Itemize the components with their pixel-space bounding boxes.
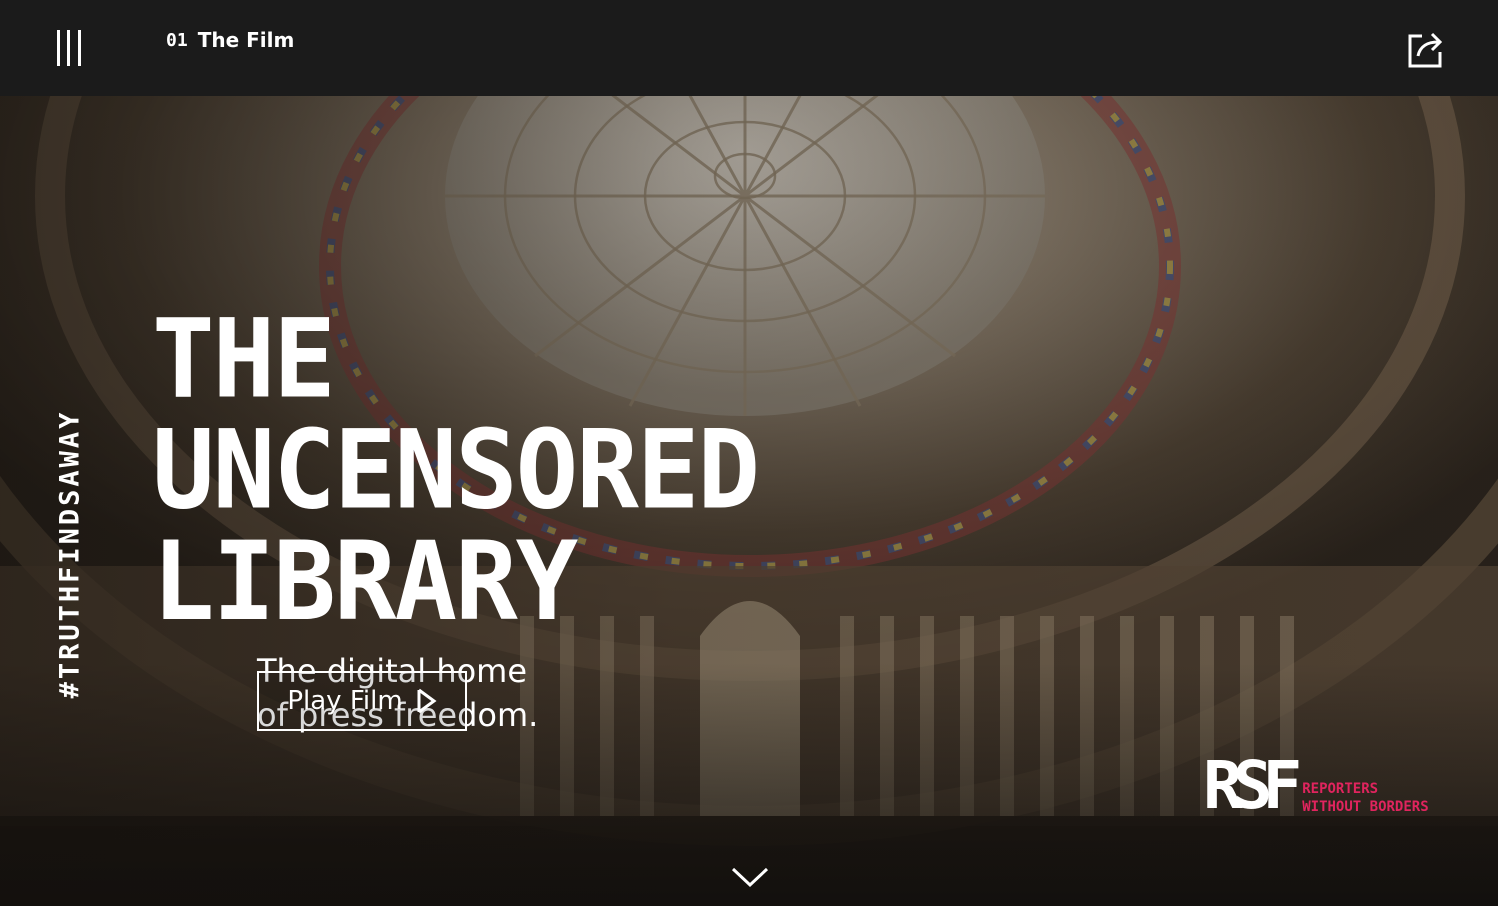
- top-bar: 01 The Film: [0, 0, 1498, 96]
- play-icon: [417, 688, 437, 714]
- rsf-name-line: REPORTERS: [1302, 781, 1379, 797]
- hero-section: #TRUTHFINDSAWAY THE UNCENSORED LIBRARY T…: [0, 96, 1498, 906]
- chapter-number: 01: [166, 29, 188, 51]
- rsf-logo[interactable]: RSF REPORTERS WITHOUT BORDERS: [1203, 747, 1429, 824]
- hero-title-line: UNCENSORED: [152, 405, 760, 534]
- rsf-mark: RSF: [1203, 747, 1302, 824]
- play-film-label: Play Film: [287, 686, 403, 716]
- hero-title-line: LIBRARY: [152, 517, 578, 646]
- chapter-title: The Film: [197, 28, 295, 52]
- rsf-name: REPORTERS WITHOUT BORDERS: [1302, 780, 1428, 816]
- menu-icon[interactable]: [55, 30, 83, 66]
- hero-title-line: THE: [152, 294, 336, 423]
- hashtag-label: #TRUTHFINDSAWAY: [54, 409, 86, 699]
- chevron-down-icon[interactable]: [731, 866, 769, 888]
- chapter-indicator: 01 The Film: [166, 28, 294, 52]
- share-icon[interactable]: [1404, 28, 1446, 70]
- hero-title: THE UNCENSORED LIBRARY: [152, 294, 760, 646]
- play-film-button[interactable]: Play Film: [257, 671, 467, 731]
- rsf-name-line: WITHOUT BORDERS: [1302, 799, 1429, 815]
